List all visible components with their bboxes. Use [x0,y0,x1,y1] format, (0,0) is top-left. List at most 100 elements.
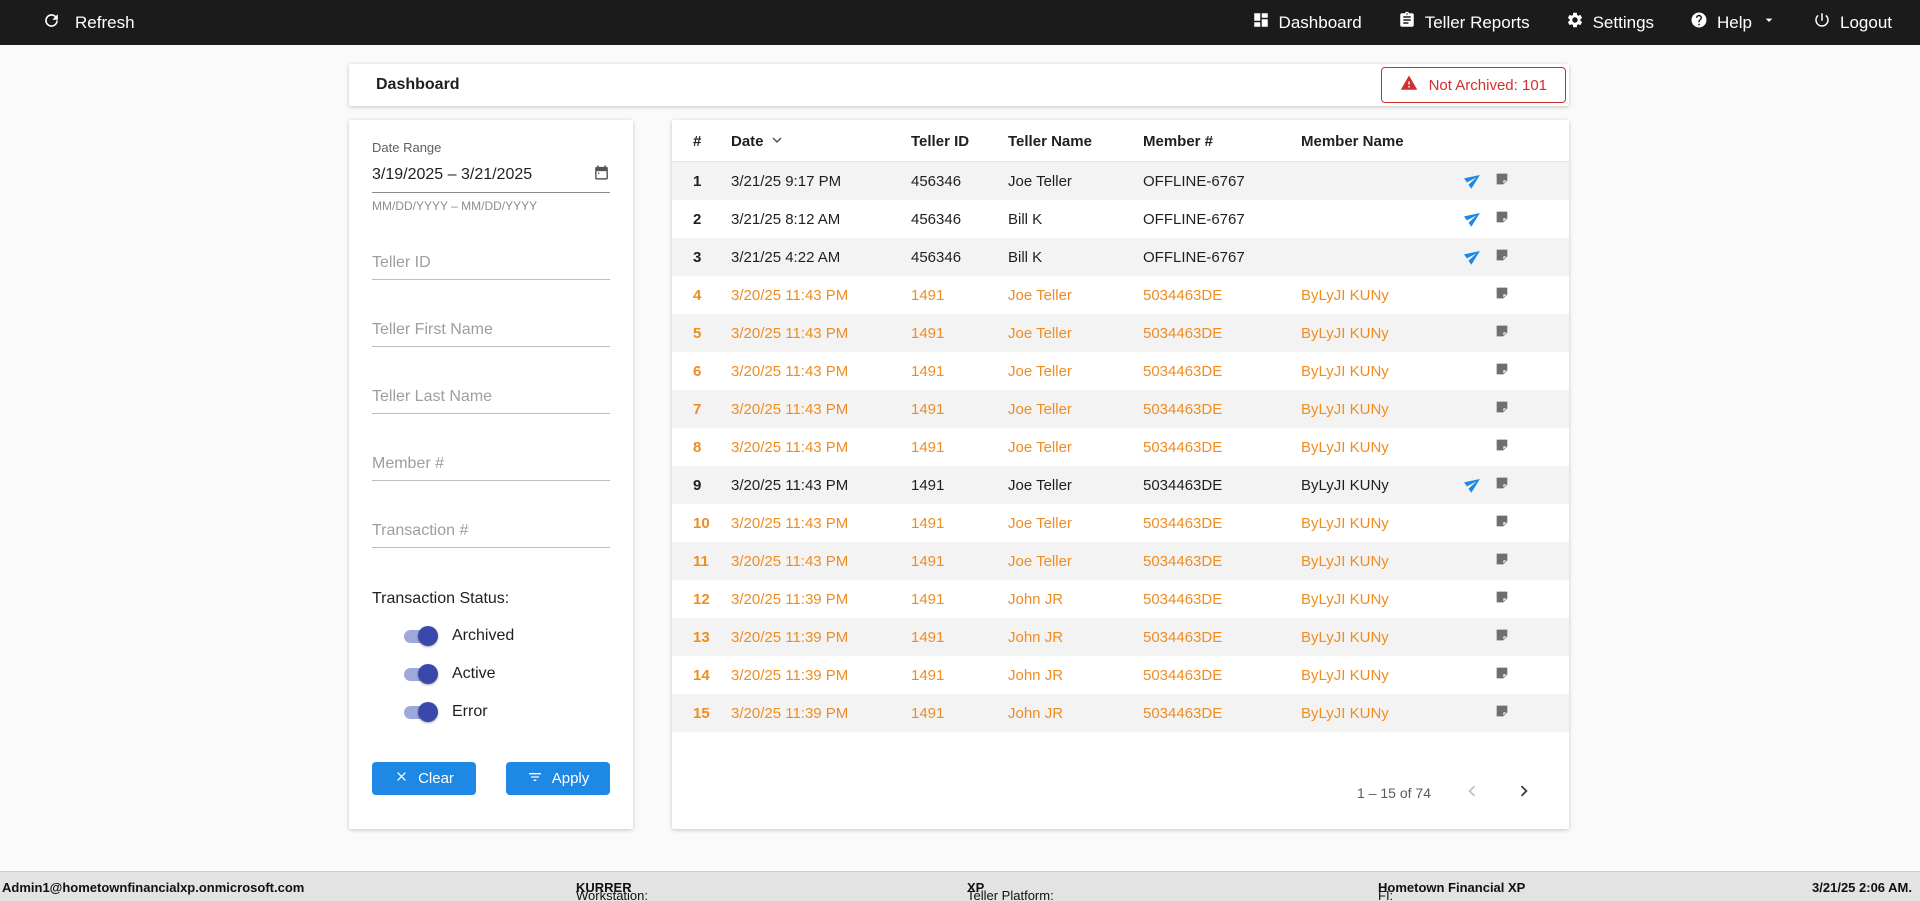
cell-teller-name: John JR [1008,590,1064,608]
note-icon[interactable] [1494,437,1510,457]
note-icon[interactable] [1494,361,1510,381]
workstation-info: Workstation: KURRER [576,880,648,901]
cell-row-number: 3 [693,248,702,266]
note-icon[interactable] [1494,627,1510,647]
cell-member-name: ByLyJI KUNy [1301,476,1389,494]
refresh-icon [42,11,61,35]
cell-teller-name: Joe Teller [1008,400,1072,418]
calendar-icon[interactable] [593,164,610,186]
note-icon[interactable] [1494,703,1510,723]
table-row[interactable]: 4 3/20/25 11:43 PM 1491 Joe Teller 50344… [672,276,1569,314]
teller-first-name-field[interactable] [372,314,610,347]
member-number-field[interactable] [372,448,610,481]
table-row[interactable]: 3 3/21/25 4:22 AM 456346 Bill K OFFLINE-… [672,238,1569,276]
cell-date: 3/20/25 11:43 PM [731,438,849,456]
cell-member-name: ByLyJI KUNy [1301,438,1389,456]
refresh-button[interactable]: Refresh [42,11,135,35]
clear-button[interactable]: Clear [372,762,476,795]
date-range-input[interactable]: 3/19/2025 – 3/21/2025 [372,157,610,193]
active-switch[interactable] [402,664,438,684]
note-icon[interactable] [1494,399,1510,419]
cell-teller-id: 1491 [911,514,945,532]
cell-date: 3/21/25 9:17 PM [731,172,842,190]
cell-teller-id: 1491 [911,286,945,304]
send-icon[interactable] [1464,209,1482,230]
previous-page-button[interactable] [1461,780,1483,805]
teller-id-field[interactable] [372,247,610,280]
error-switch[interactable] [402,702,438,722]
next-page-button[interactable] [1513,780,1535,805]
table-row[interactable]: 13 3/20/25 11:39 PM 1491 John JR 5034463… [672,618,1569,656]
cell-member-number: 5034463DE [1143,286,1223,304]
table-row[interactable]: 2 3/21/25 8:12 AM 456346 Bill K OFFLINE-… [672,200,1569,238]
cell-member-number: 5034463DE [1143,552,1223,570]
cell-teller-id: 1491 [911,704,945,722]
send-icon[interactable] [1464,171,1482,192]
table-row[interactable]: 7 3/20/25 11:43 PM 1491 Joe Teller 50344… [672,390,1569,428]
cell-date: 3/20/25 11:39 PM [731,704,849,722]
note-icon[interactable] [1494,589,1510,609]
toggle-archived[interactable]: Archived [402,626,610,646]
cell-teller-id: 456346 [911,210,962,228]
column-header-number[interactable]: # [693,133,731,150]
note-icon[interactable] [1494,475,1510,495]
note-icon[interactable] [1494,323,1510,343]
note-icon[interactable] [1494,551,1510,571]
cell-date: 3/20/25 11:39 PM [731,666,849,684]
cell-row-number: 10 [693,514,710,532]
column-header-date[interactable]: Date [731,131,911,153]
cell-date: 3/20/25 11:43 PM [731,286,849,304]
column-header-teller-name[interactable]: Teller Name [1008,133,1143,150]
cell-row-number: 15 [693,704,710,722]
table-row[interactable]: 15 3/20/25 11:39 PM 1491 John JR 5034463… [672,694,1569,732]
table-row[interactable]: 1 3/21/25 9:17 PM 456346 Joe Teller OFFL… [672,162,1569,200]
transaction-number-field[interactable] [372,515,610,548]
not-archived-badge[interactable]: Not Archived: 101 [1380,67,1566,103]
cell-teller-name: Joe Teller [1008,286,1072,304]
table-row[interactable]: 5 3/20/25 11:43 PM 1491 Joe Teller 50344… [672,314,1569,352]
table-row[interactable]: 10 3/20/25 11:43 PM 1491 Joe Teller 5034… [672,504,1569,542]
clear-button-label: Clear [418,770,454,787]
reports-icon [1398,11,1416,34]
table-row[interactable]: 9 3/20/25 11:43 PM 1491 Joe Teller 50344… [672,466,1569,504]
teller-last-name-field[interactable] [372,381,610,414]
nav-dashboard[interactable]: Dashboard [1252,11,1362,34]
column-header-member-number[interactable]: Member # [1143,133,1301,150]
toggle-active[interactable]: Active [402,664,610,684]
table-row[interactable]: 12 3/20/25 11:39 PM 1491 John JR 5034463… [672,580,1569,618]
cell-teller-id: 1491 [911,628,945,646]
cell-row-number: 14 [693,666,710,684]
table-row[interactable]: 6 3/20/25 11:43 PM 1491 Joe Teller 50344… [672,352,1569,390]
date-range-label: Date Range [372,140,442,155]
nav-logout[interactable]: Logout [1813,11,1892,34]
topbar-nav: Dashboard Teller Reports Settings Help L… [1252,11,1892,34]
filter-icon [527,769,543,789]
cell-teller-name: Joe Teller [1008,514,1072,532]
nav-settings-label: Settings [1592,12,1655,32]
column-header-member-name[interactable]: Member Name [1301,133,1434,150]
note-icon[interactable] [1494,665,1510,685]
nav-teller-reports[interactable]: Teller Reports [1398,11,1530,34]
note-icon[interactable] [1494,513,1510,533]
table-row[interactable]: 8 3/20/25 11:43 PM 1491 Joe Teller 50344… [672,428,1569,466]
table-row[interactable]: 14 3/20/25 11:39 PM 1491 John JR 5034463… [672,656,1569,694]
nav-help[interactable]: Help [1690,11,1777,34]
date-range-value: 3/19/2025 – 3/21/2025 [372,166,533,183]
send-icon[interactable] [1464,475,1482,496]
cell-date: 3/20/25 11:43 PM [731,514,849,532]
note-icon[interactable] [1494,209,1510,229]
send-icon[interactable] [1464,247,1482,268]
nav-settings[interactable]: Settings [1566,11,1654,34]
note-icon[interactable] [1494,171,1510,191]
table-row[interactable]: 11 3/20/25 11:43 PM 1491 Joe Teller 5034… [672,542,1569,580]
note-icon[interactable] [1494,285,1510,305]
cell-member-number: 5034463DE [1143,324,1223,342]
archived-switch[interactable] [402,626,438,646]
toggle-error[interactable]: Error [402,702,610,722]
apply-button[interactable]: Apply [506,762,610,795]
cell-member-number: OFFLINE-6767 [1143,210,1245,228]
note-icon[interactable] [1494,247,1510,267]
cell-member-number: 5034463DE [1143,476,1223,494]
column-header-teller-id[interactable]: Teller ID [911,133,1008,150]
cell-date: 3/20/25 11:39 PM [731,590,849,608]
